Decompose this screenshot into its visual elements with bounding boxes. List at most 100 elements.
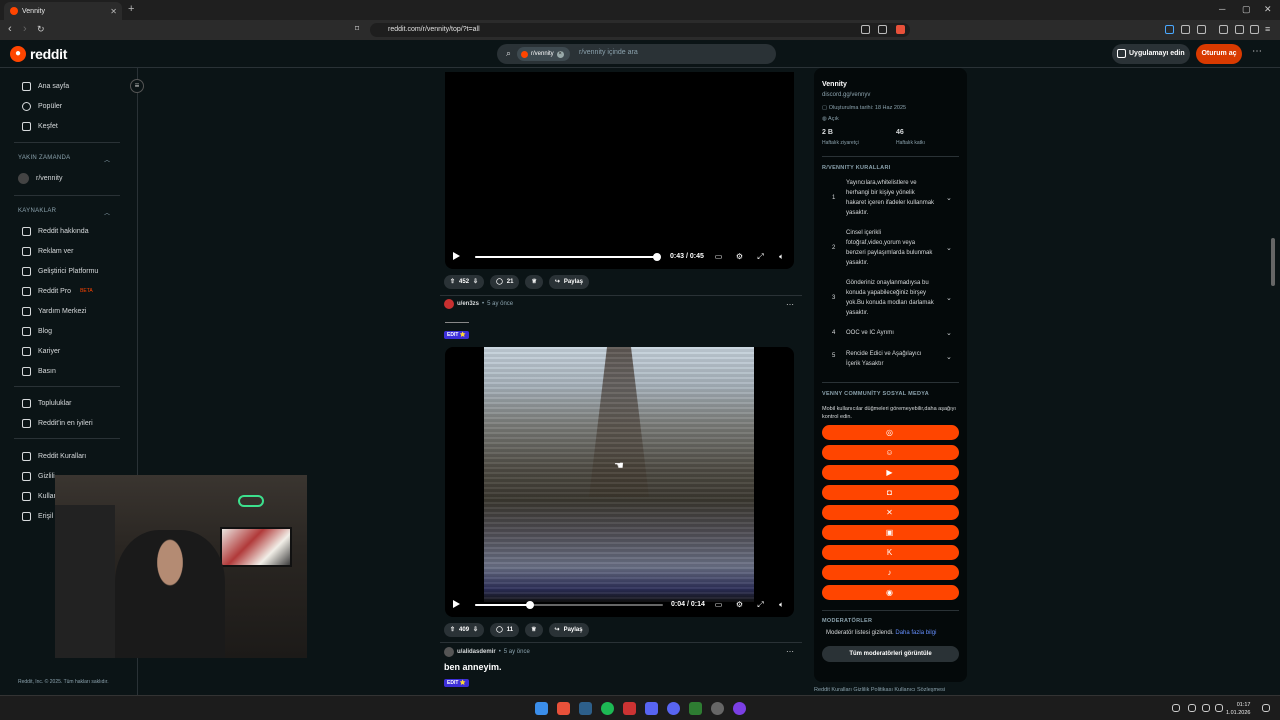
- footer-links[interactable]: Reddit Kuralları Gizlilik Politikası Kul…: [814, 687, 945, 693]
- clock[interactable]: 01:17 1.01.2026: [1226, 701, 1250, 717]
- rule-item[interactable]: 4 OOC ve IC Ayrımı ⌄: [822, 330, 959, 342]
- steam-icon[interactable]: [579, 702, 592, 715]
- youtube-link-button[interactable]: ▶: [822, 465, 959, 480]
- rule-item[interactable]: 3 Gönderiniz onaylanmadıysa bu konuda yap…: [822, 278, 959, 318]
- subreddit-chip[interactable]: r/vennity ×: [517, 47, 570, 61]
- discord-icon[interactable]: [667, 702, 680, 715]
- award-button[interactable]: ♕: [525, 275, 543, 289]
- comments-button[interactable]: ◯ 21: [490, 275, 520, 289]
- award-button[interactable]: ♕: [525, 623, 543, 637]
- extension-icon[interactable]: [1165, 25, 1174, 34]
- comments-button[interactable]: ◯ 11: [490, 623, 520, 637]
- sidebar-item-developer[interactable]: Geliştirici Platformu: [22, 265, 98, 277]
- post-video-player[interactable]: 0:43 / 0:45 ▭ ⚙ ⤢ 🔈︎: [445, 72, 794, 269]
- instagram-link-button[interactable]: ◘: [822, 485, 959, 500]
- more-options-icon[interactable]: ⋯: [1252, 46, 1262, 57]
- sidebar-item-rules[interactable]: Reddit Kuralları: [22, 450, 86, 462]
- video-progress-handle[interactable]: [526, 601, 534, 609]
- sidebar-item-privacy[interactable]: Gizlili: [22, 470, 55, 482]
- downvote-icon[interactable]: ⇩: [473, 623, 478, 637]
- share-icon[interactable]: [878, 25, 887, 34]
- sidebar-item-user-agreement[interactable]: Kullan: [22, 490, 57, 502]
- discord-link-button[interactable]: ☺: [822, 445, 959, 460]
- sidebar-icon[interactable]: [1250, 25, 1259, 34]
- app-icon[interactable]: [733, 702, 746, 715]
- new-tab-icon[interactable]: +: [128, 3, 134, 15]
- sidebar-item-home[interactable]: Ana sayfa: [22, 80, 69, 92]
- browser-menu-icon[interactable]: ≡: [1265, 24, 1270, 34]
- tray-overflow-icon[interactable]: [1172, 704, 1180, 712]
- search-input[interactable]: r/vennity içinde ara: [579, 49, 638, 56]
- spotify-icon[interactable]: [601, 702, 614, 715]
- sidebar-item-blog[interactable]: Blog: [22, 325, 52, 337]
- obs-icon[interactable]: [711, 702, 724, 715]
- get-app-button[interactable]: Uygulamayı edin: [1112, 44, 1190, 64]
- minimize-icon[interactable]: ─: [1219, 4, 1225, 14]
- sidebar-item-advertise[interactable]: Reklam ver: [22, 245, 73, 257]
- rule-item[interactable]: 5 Rencide Edici ve Aşağılayıcı İçerik Yas…: [822, 349, 959, 371]
- sidebar-item-careers[interactable]: Kariyer: [22, 345, 60, 357]
- start-icon[interactable]: [535, 702, 548, 715]
- play-icon[interactable]: [453, 252, 460, 260]
- x-link-button[interactable]: ✕: [822, 505, 959, 520]
- remove-chip-icon[interactable]: ×: [556, 50, 564, 58]
- web-link-button[interactable]: ◎: [822, 425, 959, 440]
- post-flair[interactable]: EDIT ⭐: [444, 331, 470, 339]
- close-tab-icon[interactable]: ✕: [110, 7, 117, 16]
- post-overflow-icon[interactable]: ⋯: [786, 647, 794, 656]
- fullscreen-icon[interactable]: ⤢: [756, 600, 765, 609]
- post-overflow-icon[interactable]: ⋯: [786, 300, 794, 309]
- forward-icon[interactable]: ›: [23, 23, 27, 35]
- video-progress-handle[interactable]: [653, 253, 661, 261]
- sidebar-item-accessibility[interactable]: Erişil: [22, 510, 53, 522]
- post-author[interactable]: u/en3zs: [457, 301, 479, 307]
- upvote-icon[interactable]: ⇧: [450, 275, 455, 289]
- rule-item[interactable]: 2 Cinsel içerikli fotoğraf,video,yorum ve…: [822, 228, 959, 268]
- sidebar-item-press[interactable]: Basın: [22, 365, 56, 377]
- download-icon[interactable]: [1219, 25, 1228, 34]
- sidebar-item-explore[interactable]: Keşfet: [22, 120, 58, 132]
- vote-button[interactable]: ⇧ 409 ⇩: [444, 623, 485, 637]
- volume-icon[interactable]: 🔈︎: [777, 252, 786, 261]
- vote-button[interactable]: ⇧ 452 ⇩: [444, 275, 485, 289]
- settings-icon[interactable]: ⚙: [735, 252, 744, 261]
- login-button[interactable]: Oturum aç: [1196, 44, 1242, 64]
- resources-section-header[interactable]: KAYNAKLAR ︿: [18, 208, 118, 217]
- learn-more-link[interactable]: Daha fazla bilgi: [895, 630, 936, 636]
- game-icon[interactable]: [689, 702, 702, 715]
- steam-link-button[interactable]: ◉: [822, 585, 959, 600]
- twitch-link-button[interactable]: ▣: [822, 525, 959, 540]
- settings-icon[interactable]: ⚙: [735, 600, 744, 609]
- captions-icon[interactable]: ▭: [714, 252, 723, 261]
- rule-item[interactable]: 1 Yayıncılara,whitelistlere ve herhangi b…: [822, 178, 959, 218]
- volume-icon[interactable]: 🔈︎: [777, 600, 786, 609]
- app-icon[interactable]: [623, 702, 636, 715]
- notifications-icon[interactable]: [1262, 704, 1270, 712]
- sidebar-item-communities[interactable]: Topluluklar: [22, 397, 71, 409]
- wallet-icon[interactable]: [1197, 25, 1206, 34]
- sidebar-item-reddit-pro[interactable]: Reddit Pro BETA: [22, 285, 93, 297]
- url-input[interactable]: reddit.com/r/vennity/top/?t=all: [370, 23, 910, 37]
- recent-section-header[interactable]: YAKIN ZAMANDA ︿: [18, 155, 118, 164]
- captions-icon[interactable]: ▭: [714, 600, 723, 609]
- network-icon[interactable]: [1202, 704, 1210, 712]
- avatar[interactable]: [444, 299, 454, 309]
- post-flair[interactable]: EDIT ⭐: [444, 679, 470, 687]
- reload-icon[interactable]: ↻: [37, 24, 45, 35]
- vscode-icon[interactable]: [645, 702, 658, 715]
- upvote-icon[interactable]: ⇧: [450, 623, 455, 637]
- page-scrollbar[interactable]: [1271, 238, 1275, 286]
- reddit-logo[interactable]: ● reddit: [10, 46, 67, 62]
- share-button[interactable]: ↪ Paylaş: [548, 275, 589, 289]
- collapse-nav-icon[interactable]: ≡: [130, 79, 144, 93]
- play-icon[interactable]: [453, 600, 460, 608]
- kick-link-button[interactable]: K: [822, 545, 959, 560]
- fullscreen-icon[interactable]: ⤢: [756, 252, 765, 261]
- brave-icon[interactable]: [557, 702, 570, 715]
- bookmark-icon[interactable]: ⌑: [355, 24, 359, 33]
- maximize-icon[interactable]: ▢: [1242, 4, 1251, 15]
- sidebar-item-popular[interactable]: Popüler: [22, 100, 62, 112]
- downvote-icon[interactable]: ⇩: [473, 275, 478, 289]
- search-bar[interactable]: ⌕ r/vennity × r/vennity içinde ara: [497, 44, 776, 64]
- brave-shield-icon[interactable]: [896, 25, 905, 34]
